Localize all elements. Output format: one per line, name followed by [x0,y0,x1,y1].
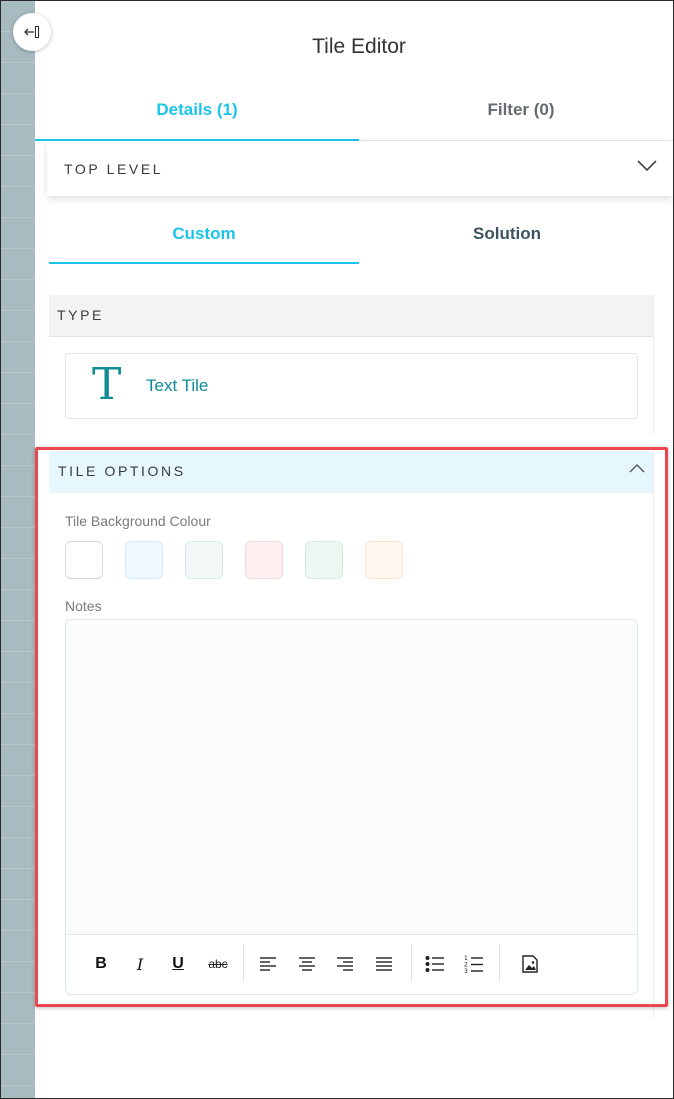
insert-image-button[interactable] [517,951,543,977]
rich-text-toolbar: B I U abc 1 2 3 [66,934,637,993]
align-center-button[interactable] [294,951,320,977]
tab-filter[interactable]: Filter (0) [359,85,673,141]
strikethrough-icon: abc [208,957,228,971]
align-right-button[interactable] [332,951,358,977]
underline-button[interactable]: U [165,951,191,977]
toolbar-divider [499,945,500,981]
collapse-panel-icon [24,25,40,39]
swatch-light-green[interactable] [305,541,343,579]
align-right-icon [337,957,353,971]
swatch-white[interactable] [65,541,103,579]
svg-text:3: 3 [464,968,468,974]
type-section-header: TYPE [49,295,653,337]
italic-button[interactable]: I [127,951,153,977]
bullet-list-icon [425,956,444,972]
notes-editor: B I U abc 1 2 3 [65,619,641,995]
tile-options-header[interactable]: TILE OPTIONS [49,451,653,493]
strikethrough-button[interactable]: abc [203,951,233,977]
page-title: Tile Editor [312,35,406,58]
main-tabs: Details (1) Filter (0) [35,85,673,141]
tile-editor-panel: Tile Editor Details (1) Filter (0) TOP L… [35,1,673,1098]
type-section: TYPE T Text Tile [49,295,654,435]
swatch-light-orange[interactable] [365,541,403,579]
bold-icon: B [95,955,107,972]
align-center-icon [299,957,315,971]
numbered-list-button[interactable]: 123 [461,951,487,977]
notes-input[interactable] [66,620,641,938]
text-tile-option[interactable]: T Text Tile [65,353,638,419]
top-level-label: TOP LEVEL [64,161,164,177]
italic-icon: I [136,954,144,974]
collapse-panel-button[interactable] [13,13,51,51]
bold-button[interactable]: B [88,951,114,977]
tile-options-section: TILE OPTIONS Tile Background Colour Note… [49,451,654,1018]
toolbar-divider [411,945,412,981]
align-justify-button[interactable] [371,951,397,977]
toolbar-divider [243,945,244,981]
tab-solution[interactable]: Solution [359,206,655,262]
tab-custom[interactable]: Custom [49,206,359,264]
chevron-up-icon [629,464,645,473]
bullet-list-button[interactable] [422,951,448,977]
tile-options-title: TILE OPTIONS [58,463,186,479]
align-left-icon [260,957,276,971]
swatch-light-blue[interactable] [125,541,163,579]
swatch-light-teal[interactable] [185,541,223,579]
text-tile-icon: T [92,359,122,410]
background-colour-swatches [65,541,425,581]
swatch-light-pink[interactable] [245,541,283,579]
tile-source-tabs: Custom Solution [49,206,669,266]
align-left-button[interactable] [255,951,281,977]
type-section-title: TYPE [57,307,104,323]
align-justify-icon [376,957,392,971]
tab-details[interactable]: Details (1) [35,85,359,141]
numbered-list-icon: 123 [464,955,483,974]
editor-window: Tile Editor Details (1) Filter (0) TOP L… [0,0,674,1099]
background-page [1,1,35,1098]
chevron-down-icon [637,160,657,172]
top-level-dropdown[interactable]: TOP LEVEL [47,141,673,196]
image-icon [522,955,538,973]
notes-label: Notes [65,598,102,614]
background-colour-label: Tile Background Colour [65,513,211,529]
underline-icon: U [172,955,184,972]
text-tile-label: Text Tile [146,376,209,395]
